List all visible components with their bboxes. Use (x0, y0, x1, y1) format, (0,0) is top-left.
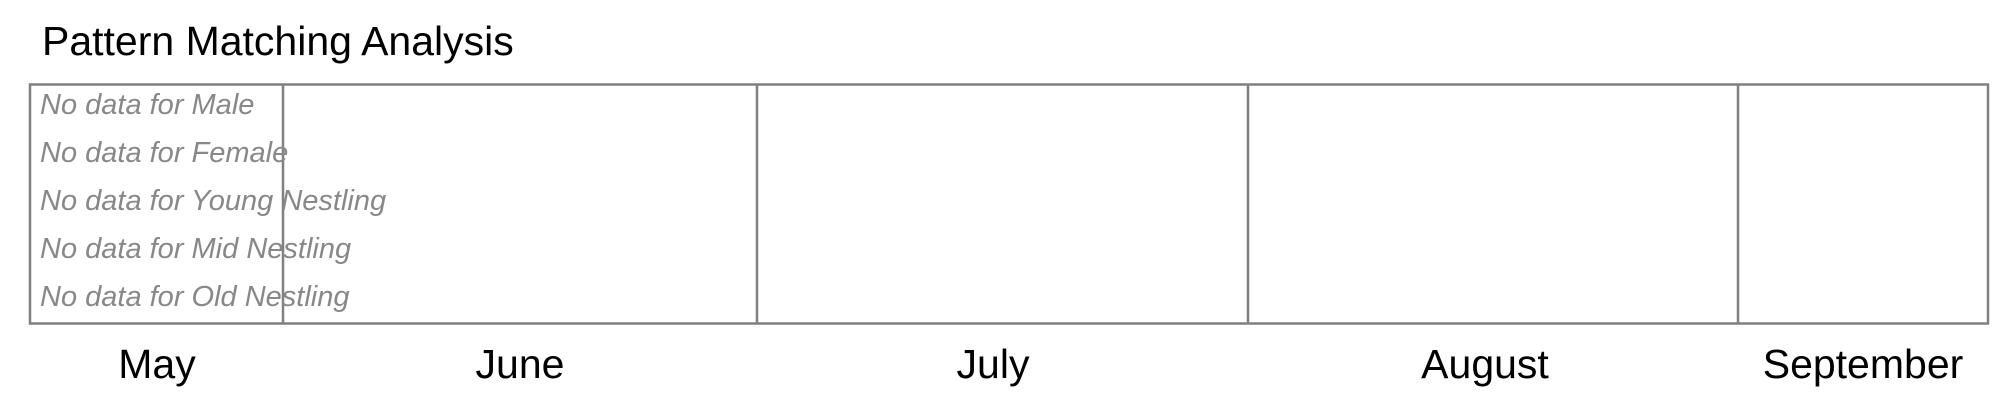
month-dividers (281, 84, 1740, 324)
empty-message: No data for Mid Nestling (40, 233, 351, 265)
chart-area: No data for Male No data for Female No dat… (28, 83, 1990, 387)
empty-message: No data for Male (40, 89, 254, 121)
month-label-august: August (1421, 341, 1549, 387)
month-label-september: September (1763, 341, 1964, 387)
empty-message: No data for Young Nestling (40, 185, 386, 217)
empty-message: No data for Female (40, 137, 288, 169)
month-labels: May June July August September (118, 341, 1963, 387)
month-label-june: June (476, 341, 565, 387)
empty-messages: No data for Male No data for Female No dat… (40, 89, 386, 313)
empty-message: No data for Old Nestling (40, 281, 349, 313)
month-label-may: May (118, 341, 196, 387)
month-label-july: July (957, 341, 1030, 387)
